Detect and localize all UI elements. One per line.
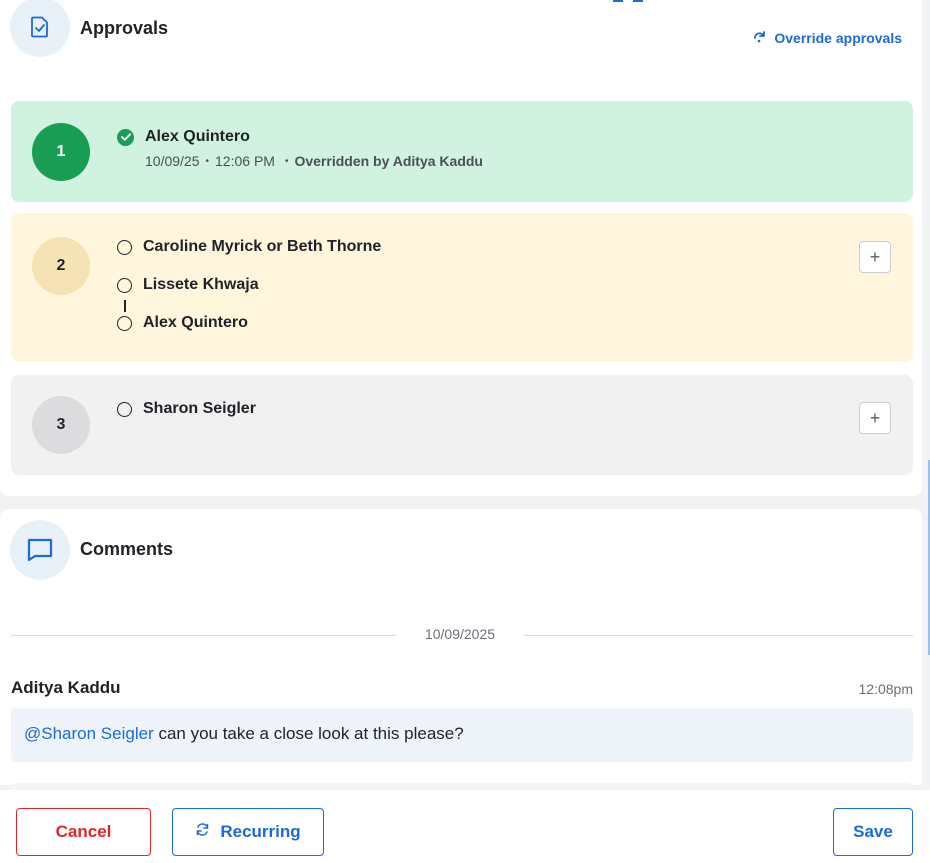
- approval-meta: 10/09/25 • 12:06 PM • Overridden by Adit…: [145, 153, 483, 169]
- recurring-button[interactable]: Recurring: [172, 808, 324, 856]
- date-divider-label: 10/09/2025: [396, 626, 524, 642]
- refresh-icon: [195, 822, 210, 842]
- approver-name: Alex Quintero: [145, 128, 250, 145]
- approvals-panel: Approvals Override approvals 1 Alex Quin…: [0, 0, 922, 496]
- comment-text: can you take a close look at this please…: [153, 724, 464, 743]
- add-approver-button[interactable]: +: [859, 241, 891, 273]
- approver-name: Lissete Khwaja: [143, 276, 259, 293]
- comment-author: Aditya Kaddu: [11, 678, 121, 697]
- pending-circle-icon: [117, 401, 132, 417]
- user-mention-link[interactable]: @Sharon Seigler: [24, 724, 154, 743]
- override-note: Overridden by Aditya Kaddu: [294, 153, 483, 169]
- approver-name: Caroline Myrick or Beth Thorne: [143, 238, 382, 255]
- comment-time: 12:08pm: [858, 681, 913, 697]
- approver-row: Lissete Khwaja: [117, 276, 259, 294]
- approval-time: 12:06 PM: [215, 153, 275, 169]
- pending-circle-icon: [117, 239, 132, 255]
- approver-row: Sharon Seigler: [117, 400, 256, 418]
- comment-body: @Sharon Seigler can you take a close loo…: [11, 708, 913, 762]
- approver-row: Alex Quintero: [117, 128, 250, 146]
- recurring-label: Recurring: [220, 822, 301, 841]
- separator-dot: •: [205, 155, 210, 167]
- approver-name: Sharon Seigler: [143, 400, 256, 417]
- add-approver-button[interactable]: +: [859, 402, 891, 434]
- approvals-title: Approvals: [80, 18, 169, 38]
- override-approvals-link[interactable]: Override approvals: [753, 30, 902, 46]
- action-footer: Cancel Recurring Save: [0, 790, 930, 863]
- step-number-badge: 2: [32, 237, 90, 295]
- pending-circle-icon: [117, 277, 132, 293]
- scroll-indicator: [613, 0, 643, 2]
- redo-arrow-icon: [753, 30, 766, 46]
- sequence-connector: [124, 300, 126, 312]
- approval-step-2: 2 Caroline Myrick or Beth Thorne Lissete…: [11, 213, 913, 362]
- approval-step-3: 3 Sharon Seigler +: [11, 375, 913, 475]
- step-number-badge: 1: [32, 123, 90, 181]
- approver-row: Alex Quintero: [117, 314, 248, 332]
- override-approvals-label: Override approvals: [774, 30, 902, 46]
- approver-row: Caroline Myrick or Beth Thorne: [117, 238, 381, 256]
- document-check-icon: [10, 0, 70, 57]
- approval-date: 10/09/25: [145, 153, 200, 169]
- cancel-button[interactable]: Cancel: [16, 808, 151, 856]
- save-button[interactable]: Save: [833, 808, 913, 856]
- approval-step-1: 1 Alex Quintero 10/09/25 • 12:06 PM • Ov…: [11, 101, 913, 202]
- check-circle-icon: [117, 128, 134, 146]
- chat-bubble-icon: [10, 520, 70, 580]
- pending-circle-icon: [117, 315, 132, 331]
- step-number-badge: 3: [32, 396, 90, 454]
- comments-panel: Comments 10/09/2025 Aditya Kaddu 12:08pm…: [0, 509, 922, 791]
- approver-name: Alex Quintero: [143, 314, 248, 331]
- separator-dot: •: [284, 155, 289, 167]
- comments-title: Comments: [80, 539, 174, 559]
